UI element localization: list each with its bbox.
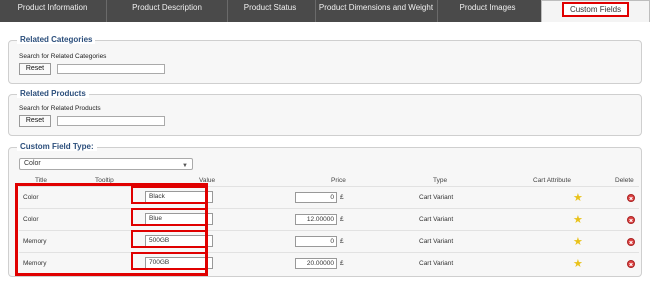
star-icon[interactable]: ★ (573, 213, 583, 226)
highlight-box (131, 252, 207, 270)
tab-divider (106, 0, 107, 22)
star-icon[interactable]: ★ (573, 257, 583, 270)
delete-icon[interactable] (627, 194, 635, 202)
related-categories-search-input[interactable] (57, 64, 165, 74)
star-icon[interactable]: ★ (573, 191, 583, 204)
delete-icon[interactable] (627, 216, 635, 224)
tab-product-images[interactable]: Product Images (440, 0, 535, 22)
highlight-box (131, 230, 207, 248)
related-categories-panel: Related Categories Search for Related Ca… (8, 35, 642, 84)
custom-field-type-select[interactable]: Color ▼ (19, 158, 193, 170)
highlight-box (131, 208, 207, 226)
related-products-reset-button[interactable]: Reset (19, 115, 51, 127)
price-input[interactable]: 20.00000 (295, 258, 337, 269)
price-input[interactable]: 0 (295, 236, 337, 247)
related-products-legend: Related Products (17, 89, 89, 98)
column-delete: Delete (615, 177, 634, 184)
tab-product-information[interactable]: Product Information (0, 0, 105, 22)
tab-divider (437, 0, 438, 22)
tab-bar: Product Information Product Description … (0, 0, 650, 22)
currency-symbol: £ (340, 194, 344, 201)
tab-product-description[interactable]: Product Description (108, 0, 226, 22)
tab-custom-fields[interactable]: Custom Fields (541, 0, 650, 22)
related-categories-legend: Related Categories (17, 35, 96, 44)
chevron-down-icon: ▼ (182, 163, 188, 169)
row-type: Cart Variant (419, 194, 454, 201)
related-products-panel: Related Products Search for Related Prod… (8, 89, 642, 136)
row-type: Cart Variant (419, 238, 454, 245)
delete-icon[interactable] (627, 260, 635, 268)
custom-field-type-value: Color (24, 160, 41, 167)
related-products-search-label: Search for Related Products (19, 105, 101, 112)
row-type: Cart Variant (419, 216, 454, 223)
column-cart-attribute: Cart Attribute (533, 177, 571, 184)
price-input[interactable]: 0 (295, 192, 337, 203)
related-categories-reset-button[interactable]: Reset (19, 63, 51, 75)
related-categories-search-label: Search for Related Categories (19, 53, 107, 60)
highlight-box (131, 186, 207, 204)
delete-icon[interactable] (627, 238, 635, 246)
tab-custom-fields-label: Custom Fields (561, 2, 630, 17)
currency-symbol: £ (340, 238, 344, 245)
custom-field-type-legend: Custom Field Type: (17, 142, 97, 151)
column-type: Type (433, 177, 448, 184)
related-products-search-input[interactable] (57, 116, 165, 126)
currency-symbol: £ (340, 216, 344, 223)
tab-product-status[interactable]: Product Status (228, 0, 312, 22)
star-icon[interactable]: ★ (573, 235, 583, 248)
currency-symbol: £ (340, 260, 344, 267)
tab-divider (315, 0, 316, 22)
tab-product-dimensions-weight[interactable]: Product Dimensions and Weight (318, 0, 434, 22)
column-price: Price (331, 177, 346, 184)
price-input[interactable]: 12.00000 (295, 214, 337, 225)
row-type: Cart Variant (419, 260, 454, 267)
